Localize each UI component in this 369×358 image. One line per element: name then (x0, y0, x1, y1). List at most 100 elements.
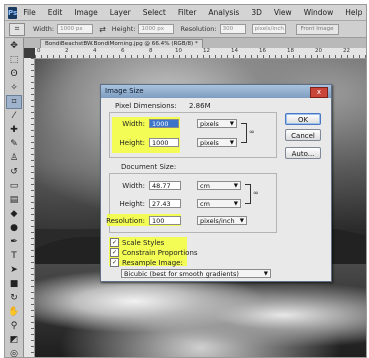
chevron-down-icon: ▼ (229, 121, 234, 127)
resample-image-checkbox[interactable]: ✓ (110, 258, 119, 267)
hand-tool-icon[interactable]: ✋ (7, 306, 21, 318)
pixel-width-input[interactable]: 1000 (149, 119, 179, 128)
ruler-number: 2 (65, 48, 69, 54)
toolbox: ✥ ⬚ ʘ ✧ ⌗ ⁄ ✚ ✎ ♙ ↺ ▭ ▤ ◆ ● ✒ T ➤ ■ ↻ ✋ … (5, 38, 24, 357)
menu-3d[interactable]: 3D (251, 8, 262, 17)
close-icon[interactable]: x (310, 87, 328, 98)
options-height-input[interactable]: 1000 px (138, 24, 175, 34)
pixel-height-label: Height: (119, 139, 146, 147)
resolution-label: Resolution: (106, 217, 145, 225)
move-tool-icon[interactable]: ✥ (7, 40, 21, 52)
ruler-number: 0 (37, 48, 41, 54)
resolution-input[interactable]: 100 (149, 216, 181, 225)
color-swatches-icon[interactable]: ◩ (7, 334, 21, 346)
photoshop-window: Ps File Edit Image Layer Select Filter A… (4, 4, 367, 358)
menu-view[interactable]: View (274, 8, 292, 17)
scale-styles-row[interactable]: ✓ Scale Styles (110, 238, 164, 247)
options-width-label: Width: (33, 25, 55, 33)
menu-filter[interactable]: Filter (178, 8, 197, 17)
chevron-down-icon: ▼ (233, 201, 238, 207)
doc-height-input[interactable]: 27.43 (149, 199, 181, 208)
history-brush-tool-icon[interactable]: ↺ (7, 166, 21, 178)
pixel-height-unit-select[interactable]: pixels ▼ (197, 138, 237, 147)
blur-tool-icon[interactable]: ◆ (7, 208, 21, 220)
ruler-number: 16 (259, 48, 266, 54)
doc-width-unit-select[interactable]: cm ▼ (197, 181, 241, 190)
menu-select[interactable]: Select (143, 8, 166, 17)
dodge-tool-icon[interactable]: ● (7, 222, 21, 234)
constrain-proportions-label: Constrain Proportions (122, 248, 198, 257)
resample-image-row[interactable]: ✓ Resample Image: (110, 258, 183, 267)
ruler-number: 10 (175, 48, 182, 54)
document-size-label: Document Size: (121, 163, 177, 171)
lasso-tool-icon[interactable]: ʘ (7, 68, 21, 80)
brush-tool-icon[interactable]: ✎ (7, 138, 21, 150)
doc-height-unit-select[interactable]: cm ▼ (197, 199, 241, 208)
marquee-tool-icon[interactable]: ⬚ (7, 54, 21, 66)
constrain-proportions-checkbox[interactable]: ✓ (110, 248, 119, 257)
document-tab-strip: BondiBeachstBW.BondiMorning.jpg @ 66.4% … (24, 38, 366, 49)
ruler-number: 20 (315, 48, 322, 54)
menu-image[interactable]: Image (74, 8, 98, 17)
ruler-number: 4 (93, 48, 97, 54)
resolution-unit-select[interactable]: pixels/inch ▼ (197, 216, 247, 225)
cancel-button[interactable]: Cancel (285, 129, 321, 141)
doc-width-input[interactable]: 48.77 (149, 181, 181, 190)
pen-tool-icon[interactable]: ✒ (7, 236, 21, 248)
dialog-title: Image Size (101, 85, 331, 98)
ruler-number: 18 (287, 48, 294, 54)
type-tool-icon[interactable]: T (7, 250, 21, 262)
menu-analysis[interactable]: Analysis (208, 8, 239, 17)
scale-styles-checkbox[interactable]: ✓ (110, 238, 119, 247)
menu-file[interactable]: File (23, 8, 36, 17)
doc-width-label: Width: (122, 182, 145, 190)
ok-button[interactable]: OK (285, 113, 321, 125)
3d-rotate-tool-icon[interactable]: ↻ (7, 292, 21, 304)
chain-link-icon: ∞ (249, 128, 255, 136)
image-size-dialog: Image Size x Pixel Dimensions: 2.86M Wid… (100, 84, 332, 282)
options-resolution-input[interactable]: 300 (219, 24, 246, 34)
pixel-height-input[interactable]: 1000 (149, 138, 179, 147)
photoshop-logo: Ps (8, 6, 18, 19)
quick-mask-icon[interactable]: ◎ (7, 348, 21, 357)
menu-layer[interactable]: Layer (110, 8, 131, 17)
crop-tool-preset-icon[interactable]: ⌗ (9, 22, 25, 36)
auto-button[interactable]: Auto... (285, 147, 321, 159)
resample-method-value: Bicubic (best for smooth gradients) (124, 270, 239, 278)
path-selection-tool-icon[interactable]: ➤ (7, 264, 21, 276)
menu-window[interactable]: Window (304, 8, 334, 17)
options-height-label: Height: (111, 25, 136, 33)
pixel-height-unit: pixels (200, 139, 219, 147)
chevron-down-icon: ▼ (263, 271, 268, 277)
options-resolution-label: Resolution: (180, 25, 217, 33)
shape-tool-icon[interactable]: ■ (7, 278, 21, 290)
magic-wand-tool-icon[interactable]: ✧ (7, 82, 21, 94)
doc-height-label: Height: (119, 200, 146, 208)
gradient-tool-icon[interactable]: ▤ (7, 194, 21, 206)
ruler-number: 22 (343, 48, 350, 54)
clone-stamp-tool-icon[interactable]: ♙ (7, 152, 21, 164)
scale-styles-label: Scale Styles (122, 238, 165, 247)
menu-help[interactable]: Help (345, 8, 362, 17)
healing-brush-tool-icon[interactable]: ✚ (7, 124, 21, 136)
chain-link-icon: ∞ (253, 189, 259, 197)
front-image-button[interactable]: Front Image (295, 23, 339, 35)
options-bar: ⌗ Width: 1000 px ⇄ Height: 1000 px Resol… (5, 21, 366, 38)
ruler-number: 6 (121, 48, 125, 54)
crop-tool-icon[interactable]: ⌗ (6, 95, 22, 109)
ruler-number: 14 (231, 48, 238, 54)
eyedropper-tool-icon[interactable]: ⁄ (7, 110, 21, 122)
options-units-select[interactable]: pixels/inch (251, 24, 286, 34)
menu-edit[interactable]: Edit (48, 8, 63, 17)
swap-dimensions-icon[interactable]: ⇄ (99, 25, 106, 34)
zoom-tool-icon[interactable]: ⚲ (7, 320, 21, 332)
pixel-width-label: Width: (122, 120, 145, 128)
constrain-proportions-row[interactable]: ✓ Constrain Proportions (110, 248, 198, 257)
resolution-unit: pixels/inch (200, 217, 235, 225)
resample-method-select[interactable]: Bicubic (best for smooth gradients) ▼ (121, 269, 271, 278)
doc-height-unit: cm (200, 200, 210, 208)
doc-constrain-bracket (245, 184, 251, 204)
pixel-width-unit-select[interactable]: pixels ▼ (197, 119, 237, 128)
eraser-tool-icon[interactable]: ▭ (7, 180, 21, 192)
options-width-input[interactable]: 1000 px (57, 24, 94, 34)
